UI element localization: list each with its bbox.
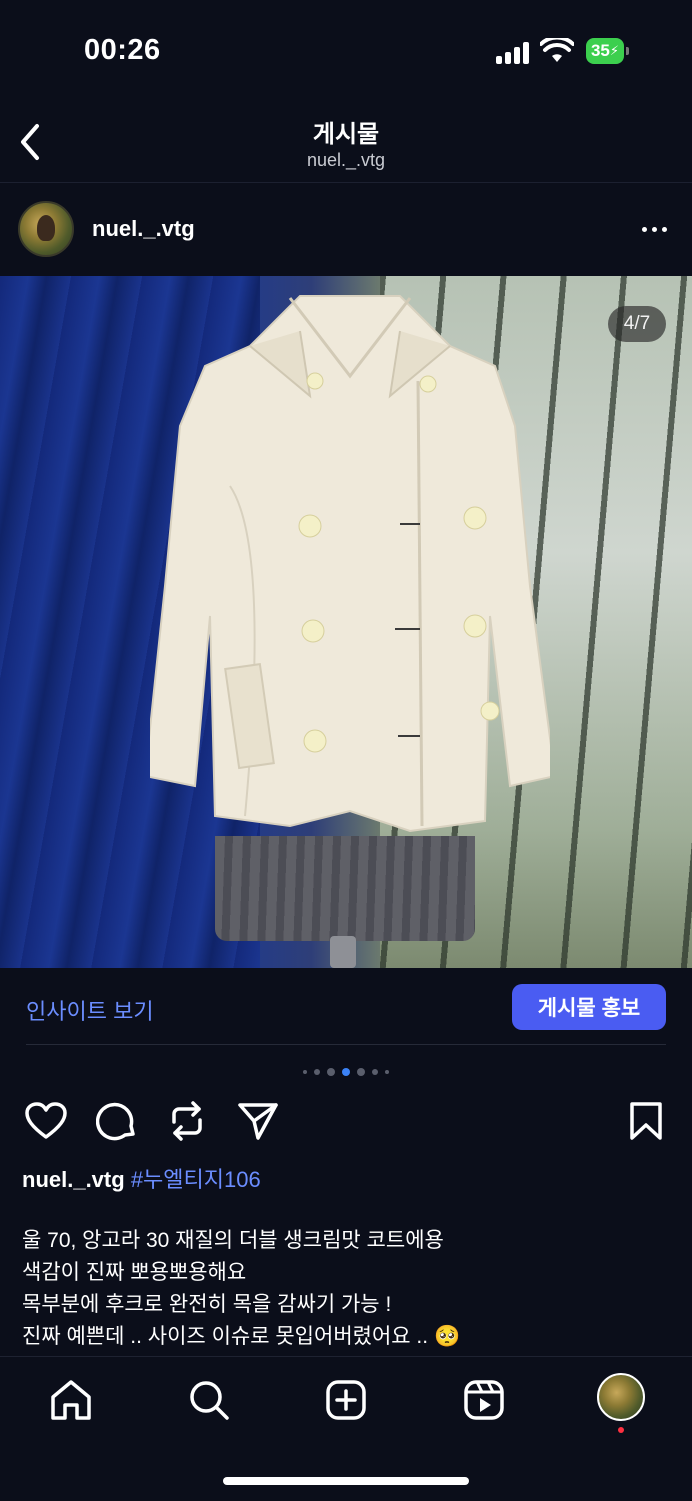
search-icon: [190, 1381, 229, 1420]
battery-level: 35: [590, 41, 610, 60]
comment-icon: [96, 1102, 135, 1141]
carousel-dot: [372, 1069, 378, 1075]
heart-icon: [25, 1102, 67, 1139]
home-indicator[interactable]: [223, 1477, 469, 1485]
wifi-icon: [540, 38, 574, 62]
author-username[interactable]: nuel._.vtg: [92, 216, 195, 242]
more-options-button[interactable]: [634, 219, 674, 239]
caption-line: 목부분에 후크로 완전히 목을 감싸기 가능 !: [22, 1293, 392, 1316]
carousel-dot: [303, 1070, 307, 1074]
post-author-row: nuel._.vtg: [0, 183, 692, 275]
caption-header: nuel._.vtg #누엘티지106: [22, 1162, 261, 1194]
carousel-dot: [314, 1069, 320, 1075]
caption-text: 울 70, 앙고라 30 재질의 더블 생크림맛 코트에용 색감이 진짜 뽀용뽀…: [22, 1225, 460, 1353]
author-avatar[interactable]: [18, 201, 74, 257]
caption-hashtag[interactable]: #누엘티지106: [131, 1167, 261, 1192]
carousel-indicator: [0, 1064, 692, 1080]
share-button[interactable]: [236, 1099, 280, 1143]
cellular-signal-icon: [496, 40, 532, 64]
skirt-illustration: [215, 836, 475, 941]
divider: [26, 1044, 666, 1045]
insights-row: 인사이트 보기 게시물 홍보: [0, 968, 692, 1046]
post-image[interactable]: 4/7: [0, 276, 692, 968]
caption-line: 색감이 진짜 뽀용뽀용해요: [22, 1261, 247, 1284]
repost-icon: [172, 1101, 202, 1141]
save-button[interactable]: [624, 1099, 668, 1143]
page-title: 게시물: [312, 121, 380, 148]
carousel-dot-active: [342, 1068, 350, 1076]
carousel-dot: [327, 1068, 335, 1076]
like-button[interactable]: [24, 1099, 68, 1143]
caption-line: 울 70, 앙고라 30 재질의 더블 생크림맛 코트에용: [22, 1229, 444, 1252]
nav-reels[interactable]: [459, 1377, 509, 1423]
nav-search[interactable]: [184, 1377, 234, 1423]
nav-create[interactable]: [321, 1377, 371, 1423]
reels-icon: [464, 1380, 504, 1420]
more-horizontal-icon: [641, 226, 647, 232]
image-counter: 4/7: [608, 306, 666, 342]
battery-charging-icon: 35 ⚡: [586, 38, 630, 64]
nav-profile-avatar[interactable]: [597, 1373, 645, 1421]
share-icon: [238, 1103, 278, 1140]
repost-button[interactable]: [165, 1099, 209, 1143]
home-icon: [51, 1380, 91, 1420]
bookmark-icon: [630, 1102, 662, 1140]
post-header: 게시물 nuel._.vtg: [0, 100, 692, 183]
nav-home[interactable]: [46, 1377, 96, 1423]
promote-post-button[interactable]: 게시물 홍보: [512, 984, 666, 1030]
status-bar: 00:26 35 ⚡: [0, 0, 692, 100]
mannequin-stand: [330, 936, 356, 968]
create-icon: [326, 1380, 366, 1420]
carousel-dot: [385, 1070, 389, 1074]
coat-illustration: [150, 295, 550, 833]
page-subtitle: nuel._.vtg: [306, 150, 386, 170]
caption-line: 진짜 예쁜데 .. 사이즈 이슈로 못입어버렸어요 .. 🥺: [22, 1325, 461, 1348]
post-actions: [0, 1095, 692, 1147]
comment-button[interactable]: [95, 1099, 139, 1143]
caption-username[interactable]: nuel._.vtg: [22, 1167, 125, 1192]
status-time: 00:26: [84, 34, 161, 66]
notification-dot: [618, 1427, 624, 1433]
view-insights-link[interactable]: 인사이트 보기: [26, 994, 154, 1026]
carousel-dot: [357, 1068, 365, 1076]
